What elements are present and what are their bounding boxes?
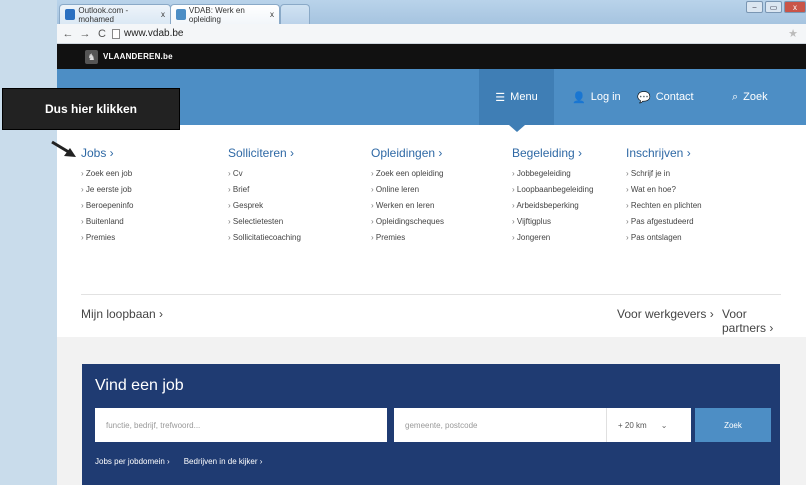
reload-icon[interactable]: C (95, 28, 109, 40)
tab-vdab[interactable]: VDAB: Werk en opleiding x (170, 4, 280, 24)
column-heading[interactable]: Opleidingen › (371, 146, 444, 160)
page-icon (112, 28, 120, 39)
menu-link[interactable]: Brief (228, 185, 301, 201)
forward-icon[interactable]: → (78, 28, 92, 40)
search-icon: ⌕ (732, 90, 739, 103)
lion-logo-icon: ♞ (85, 49, 98, 64)
menu-label: Menu (510, 91, 538, 103)
close-window-button[interactable]: x (784, 1, 806, 13)
outlook-icon (65, 9, 76, 20)
menu-button[interactable]: ☰ Menu (479, 69, 554, 132)
bedrijven-in-de-kijker-link[interactable]: Bedrijven in de kijker › (184, 457, 263, 466)
url-text: www.vdab.be (124, 28, 184, 39)
menu-link[interactable]: Cv (228, 169, 301, 185)
url-field[interactable]: www.vdab.be (112, 28, 788, 39)
maximize-button[interactable]: ▭ (765, 1, 782, 13)
job-search-button[interactable]: Zoek (695, 408, 771, 442)
search-button[interactable]: ⌕ Zoek (732, 69, 768, 125)
voor-werkgevers-link[interactable]: Voor werkgevers › (617, 307, 714, 321)
column-heading[interactable]: Jobs › (81, 146, 133, 160)
user-icon: 👤 (572, 91, 586, 104)
job-search-links: Jobs per jobdomein › Bedrijven in de kij… (95, 457, 262, 466)
menu-link[interactable]: Online leren (371, 185, 444, 201)
vlaanderen-bar: ♞ VLAANDEREN.be (57, 44, 806, 69)
login-button[interactable]: 👤 Log in (572, 69, 621, 125)
column-heading[interactable]: Inschrijven › (626, 146, 702, 160)
menu-link[interactable]: Jongeren (512, 233, 593, 249)
vdab-icon (176, 9, 186, 20)
back-icon[interactable]: ← (61, 28, 75, 40)
menu-link[interactable]: Jobbegeleiding (512, 169, 593, 185)
tab-outlook[interactable]: Outlook.com - mohamed x (59, 4, 171, 24)
login-label: Log in (590, 91, 621, 103)
menu-link[interactable]: Zoek een opleiding (371, 169, 444, 185)
job-search-panel: Vind een job functie, bedrijf, trefwoord… (82, 364, 780, 485)
tab-bar: Outlook.com - mohamed x VDAB: Werk en op… (57, 0, 806, 24)
contact-label: Contact (655, 91, 694, 103)
menu-link[interactable]: Sollicitatiecoaching (228, 233, 301, 249)
menu-link[interactable]: Selectietesten (228, 217, 301, 233)
browser-window: Outlook.com - mohamed x VDAB: Werk en op… (57, 0, 806, 485)
menu-link[interactable]: Opleidingscheques (371, 217, 444, 233)
minimize-button[interactable]: ⎯ (746, 1, 763, 13)
new-tab-button[interactable] (280, 4, 310, 24)
distance-value: + 20 km (618, 420, 647, 430)
menu-link[interactable]: Pas ontslagen (626, 233, 702, 249)
function-placeholder: functie, bedrijf, trefwoord... (106, 420, 201, 430)
menu-link[interactable]: Je eerste job (81, 185, 133, 201)
tab-label: Outlook.com - mohamed (78, 5, 129, 24)
mijn-loopbaan-link[interactable]: Mijn loopbaan › (81, 307, 163, 321)
menu-link[interactable]: Gesprek (228, 201, 301, 217)
menu-link[interactable]: Zoek een job (81, 169, 133, 185)
job-search-title: Vind een job (95, 377, 184, 394)
search-label: Zoek (743, 91, 768, 103)
menu-link[interactable]: Vijftigplus (512, 217, 593, 233)
contact-button[interactable]: 💬 Contact (637, 69, 694, 125)
tab-close-icon[interactable]: x (161, 10, 165, 19)
hamburger-icon: ☰ (495, 91, 506, 104)
menu-link[interactable]: Pas afgestudeerd (626, 217, 702, 233)
menu-column-inschrijven: Inschrijven › Schrijf je in Wat en hoe? … (626, 146, 702, 249)
menu-column-begeleiding: Begeleiding › Jobbegeleiding Loopbaanbeg… (512, 146, 593, 249)
location-placeholder: gemeente, postcode (405, 420, 478, 430)
annotation-arrow-icon (51, 140, 76, 157)
menu-link[interactable]: Arbeidsbeperking (512, 201, 593, 217)
jobs-per-jobdomein-link[interactable]: Jobs per jobdomein › (95, 457, 170, 466)
window-controls: ⎯ ▭ x (746, 1, 806, 13)
divider (81, 294, 781, 295)
bookmark-star-icon[interactable]: ★ (788, 27, 798, 40)
menu-link[interactable]: Premies (81, 233, 133, 249)
chevron-down-icon: ⌄ (660, 420, 668, 430)
distance-select[interactable]: + 20 km ⌄ (606, 408, 691, 442)
menu-column-opleidingen: Opleidingen › Zoek een opleiding Online … (371, 146, 444, 249)
annotation-callout: Dus hier klikken (2, 88, 180, 130)
menu-link[interactable]: Rechten en plichten (626, 201, 702, 217)
menu-link[interactable]: Wat en hoe? (626, 185, 702, 201)
menu-column-jobs: Jobs › Zoek een job Je eerste job Beroep… (81, 146, 133, 249)
location-input[interactable]: gemeente, postcode (394, 408, 606, 442)
function-search-input[interactable]: functie, bedrijf, trefwoord... (95, 408, 387, 442)
tab-close-icon[interactable]: x (270, 10, 274, 19)
menu-link[interactable]: Premies (371, 233, 444, 249)
vlaanderen-link[interactable]: VLAANDEREN.be (103, 52, 173, 61)
menu-link[interactable]: Buitenland (81, 217, 133, 233)
menu-link[interactable]: Werken en leren (371, 201, 444, 217)
column-heading[interactable]: Solliciteren › (228, 146, 301, 160)
menu-link[interactable]: Loopbaanbegeleiding (512, 185, 594, 201)
column-heading[interactable]: Begeleiding › (512, 146, 593, 160)
voor-partners-link[interactable]: Voor partners › (722, 307, 781, 335)
tab-label: VDAB: Werk en opleiding (188, 5, 245, 24)
menu-link[interactable]: Beroepeninfo (81, 201, 134, 217)
menu-column-solliciteren: Solliciteren › Cv Brief Gesprek Selectie… (228, 146, 301, 249)
chat-icon: 💬 (637, 91, 651, 104)
address-bar: ← → C www.vdab.be ★ (57, 24, 806, 44)
menu-link[interactable]: Schrijf je in (626, 169, 702, 185)
